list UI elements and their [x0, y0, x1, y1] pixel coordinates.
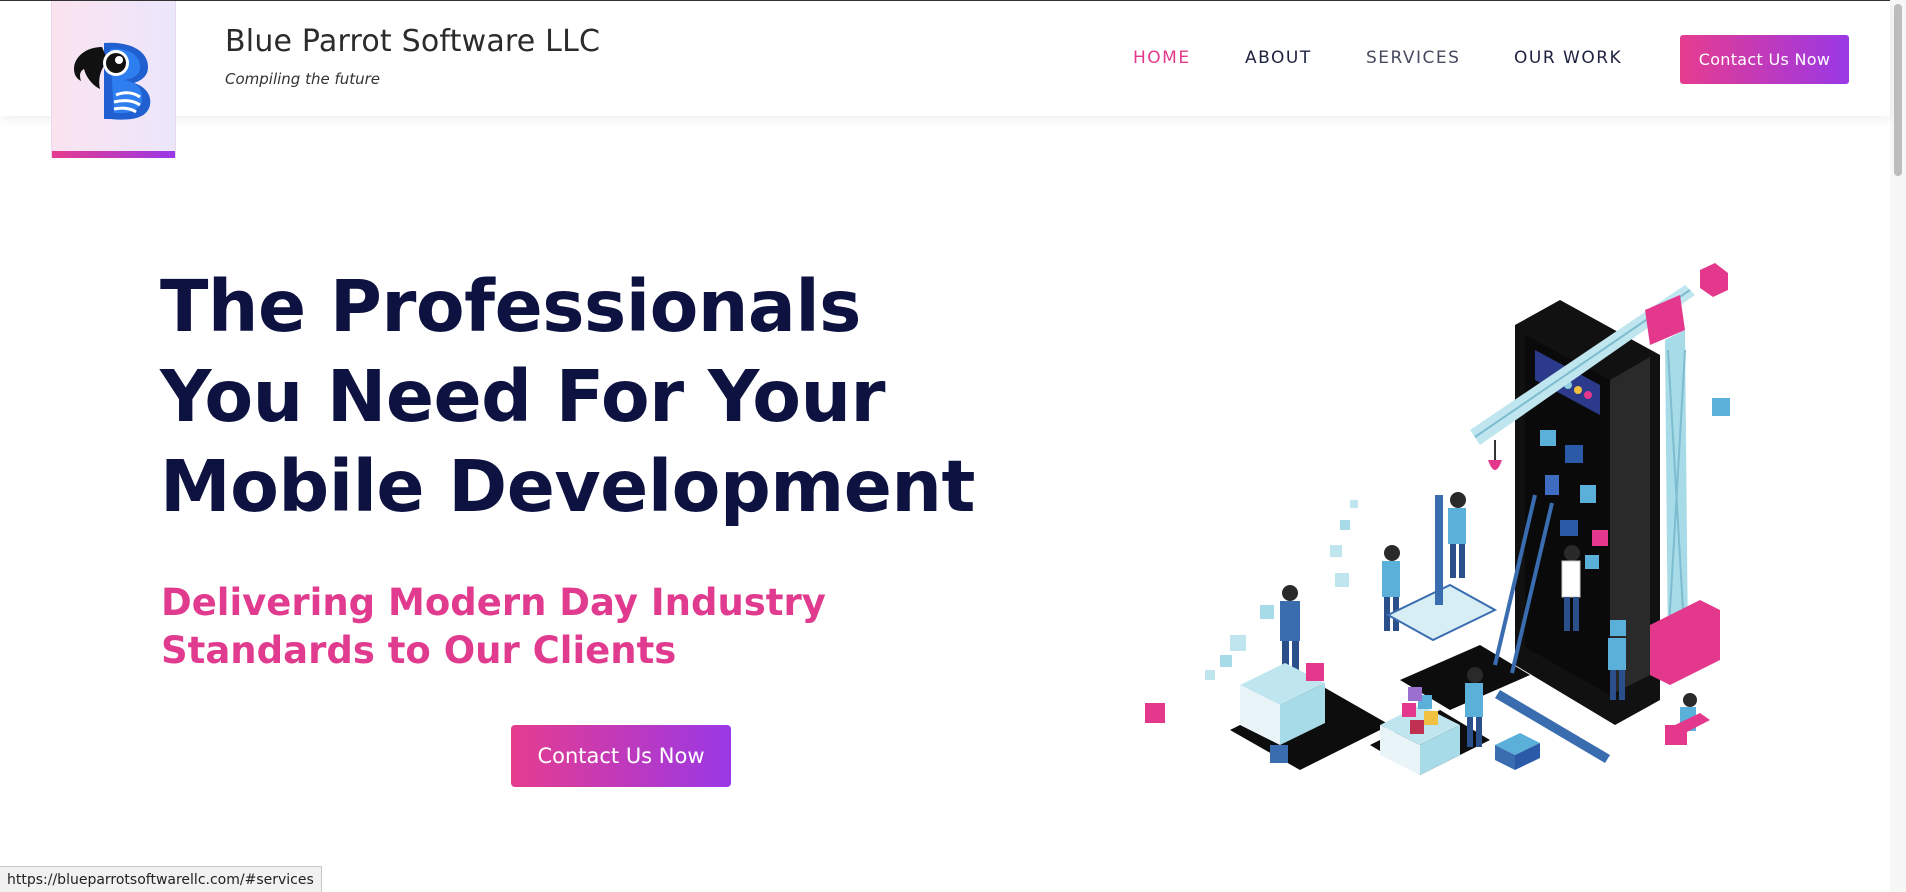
pixel-tile	[1330, 545, 1342, 557]
hero-contact-button[interactable]: Contact Us Now	[511, 725, 731, 787]
header-contact-button[interactable]: Contact Us Now	[1680, 35, 1849, 84]
app-tile	[1580, 485, 1596, 503]
cube-icon	[1402, 703, 1416, 717]
scrollbar-thumb[interactable]	[1894, 4, 1902, 176]
crane-counterweight	[1700, 263, 1728, 297]
hero-subtitle: Delivering Modern Day Industry Standards…	[161, 579, 921, 675]
logo[interactable]	[51, 1, 176, 158]
hero-subtitle-line: Standards to Our Clients	[161, 629, 677, 672]
cube-icon	[1665, 725, 1687, 745]
crane-hook-icon	[1488, 460, 1502, 470]
cube-icon	[1410, 720, 1424, 734]
nav-item-services[interactable]: SERVICES	[1366, 48, 1460, 68]
status-bar-url: https://blueparrotsoftwarellc.com/#servi…	[0, 866, 322, 892]
pixel-tile	[1260, 605, 1274, 619]
cube-icon	[1145, 703, 1165, 723]
measuring-pole	[1435, 495, 1443, 605]
nav-item-about[interactable]: ABOUT	[1245, 48, 1312, 68]
nav-item-our-work[interactable]: OUR WORK	[1514, 48, 1622, 68]
pixel-tile	[1205, 670, 1215, 680]
pixel-tile	[1220, 655, 1232, 667]
cube-icon	[1408, 687, 1422, 701]
hero-title-line: Mobile Development	[160, 445, 975, 528]
parrot-logo-icon	[74, 42, 151, 120]
app-tile	[1585, 555, 1599, 569]
nav-item-home[interactable]: HOME	[1133, 48, 1191, 68]
cube-icon	[1424, 711, 1438, 725]
hero-title-line: The Professionals	[160, 265, 861, 348]
pixel-tile	[1340, 520, 1350, 530]
brand-name[interactable]: Blue Parrot Software LLC	[225, 24, 600, 59]
page-scrollbar[interactable]	[1890, 0, 1906, 892]
worker-figure	[1448, 492, 1466, 578]
hero-title-line: You Need For Your	[160, 355, 886, 438]
pixel-tile	[1335, 573, 1349, 587]
app-tile	[1565, 445, 1583, 463]
cube-icon	[1306, 663, 1324, 681]
app-tile	[1560, 520, 1578, 536]
site-header: Blue Parrot Software LLC Compiling the f…	[0, 1, 1890, 116]
cube-icon	[1712, 398, 1730, 416]
pixel-tile	[1230, 635, 1246, 651]
hero-subtitle-line: Delivering Modern Day Industry	[161, 581, 826, 624]
app-tile	[1545, 475, 1559, 495]
cube-icon	[1592, 530, 1608, 546]
cube-icon	[1610, 620, 1626, 636]
mobile-development-illustration	[1145, 263, 1730, 775]
crane-base	[1650, 600, 1720, 685]
brand-tagline: Compiling the future	[225, 70, 381, 88]
pixel-tile	[1350, 500, 1358, 508]
logo-accent-bar	[52, 151, 175, 158]
cube-icon	[1270, 745, 1288, 763]
hero-title: The Professionals You Need For Your Mobi…	[160, 262, 1060, 532]
screen-dot-icon	[1574, 386, 1582, 394]
screen-dot-icon	[1584, 391, 1592, 399]
app-tile	[1540, 430, 1556, 446]
